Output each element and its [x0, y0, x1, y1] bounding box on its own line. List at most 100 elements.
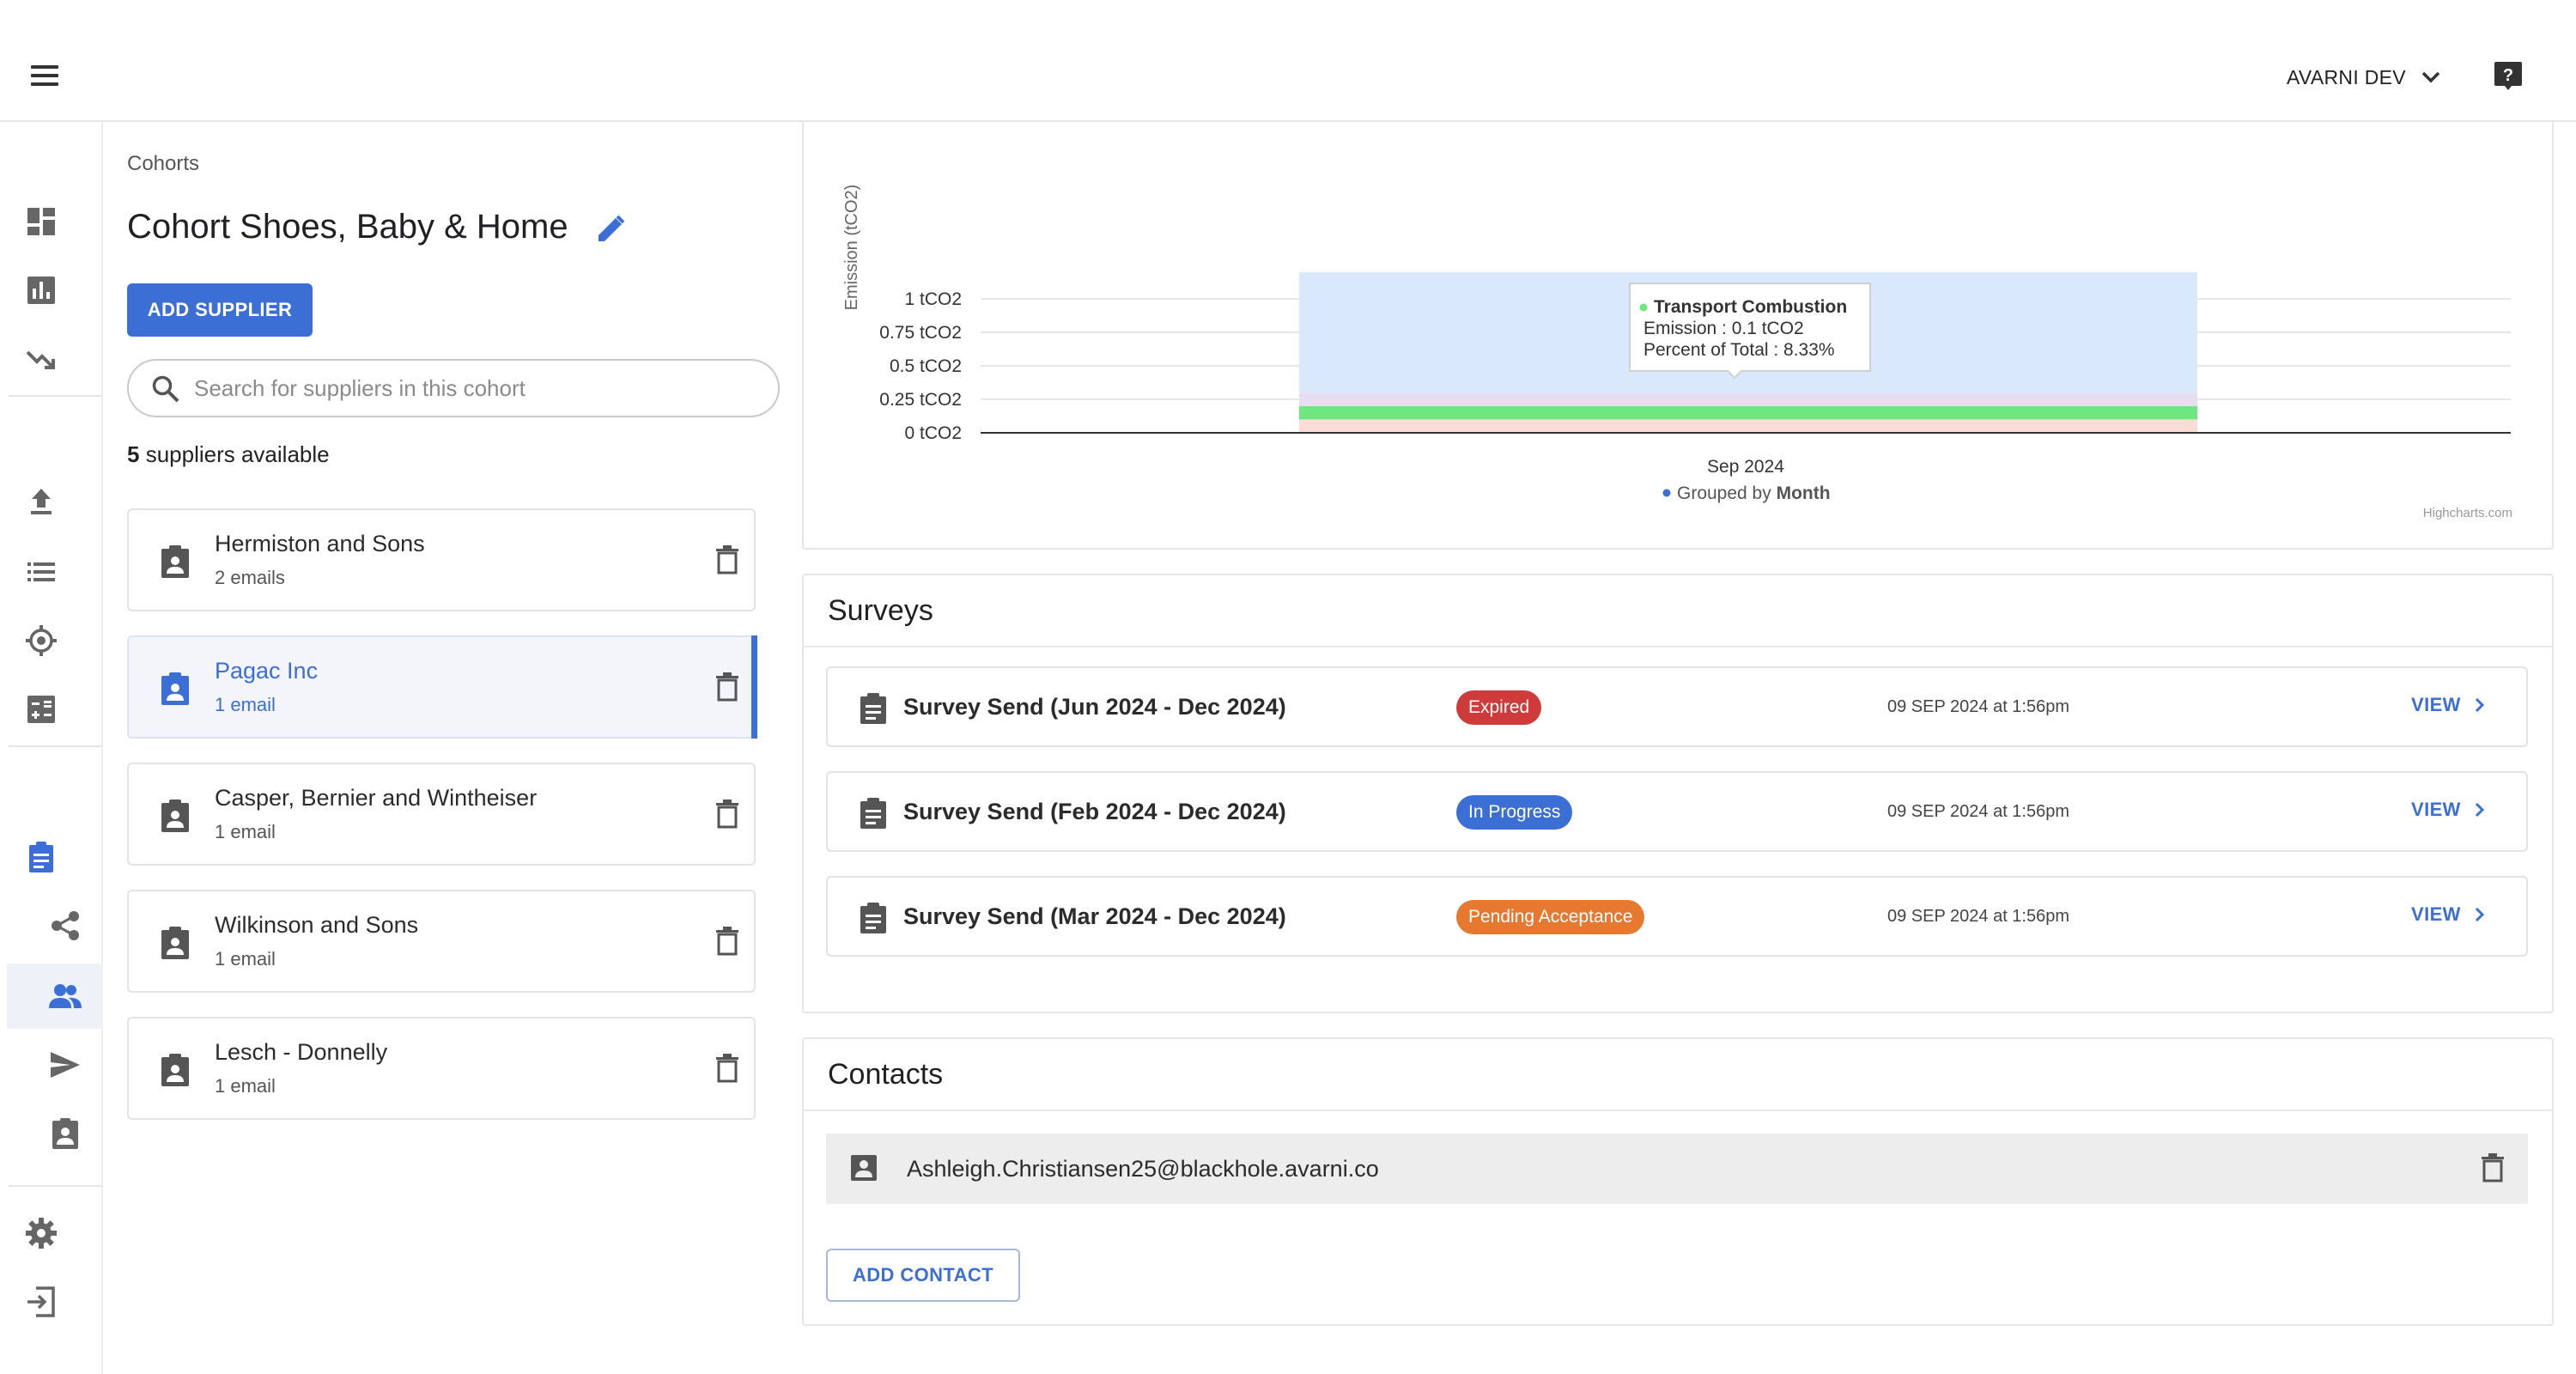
bar-segment[interactable]	[1299, 392, 2197, 406]
cohort-panel: Cohorts Cohort Shoes, Baby & Home ADD SU…	[103, 122, 790, 1374]
y-tick-label: 0.5 tCO2	[890, 356, 962, 376]
supplier-name: Casper, Bernier and Wintheiser	[215, 785, 538, 811]
survey-name: Survey Send (Feb 2024 - Dec 2024)	[903, 799, 1286, 824]
supplier-card[interactable]: Pagac Inc 1 email	[127, 635, 757, 739]
survey-name: Survey Send (Jun 2024 - Dec 2024)	[903, 694, 1286, 720]
bar-segment[interactable]	[1299, 405, 2197, 420]
assignment-ind-icon	[161, 799, 189, 832]
surveys-card: Surveys Survey Send (Jun 2024 - Dec 2024…	[802, 574, 2554, 1013]
rail-divider	[9, 1185, 101, 1187]
y-tick-label: 0.75 tCO2	[879, 323, 962, 343]
trash-icon[interactable]	[713, 1053, 742, 1088]
supplier-email-count: 2 emails	[215, 567, 285, 588]
contacts-title: Contacts	[828, 1058, 944, 1091]
rail-divider	[9, 395, 101, 397]
svg-text:?: ?	[2503, 66, 2513, 85]
app: AVARNI DEV ? Cohorts Cohort Shoes, Baby …	[0, 0, 2576, 1374]
view-label: VIEW	[2411, 694, 2461, 715]
survey-name: Survey Send (Mar 2024 - Dec 2024)	[903, 903, 1286, 929]
surveys-divider	[804, 646, 2552, 647]
chart-credit: Highcharts.com	[2423, 506, 2512, 520]
grouping-prefix: Grouped by	[1677, 483, 1777, 503]
supplier-search	[127, 359, 780, 417]
pencil-icon[interactable]	[595, 214, 626, 245]
view-survey-link[interactable]: VIEW	[2411, 799, 2485, 821]
trash-icon[interactable]	[713, 926, 742, 961]
survey-date: 09 SEP 2024 at 1:56pm	[1887, 802, 2070, 821]
account-switcher[interactable]: AVARNI DEV	[2287, 62, 2440, 93]
hamburger-menu-icon[interactable]	[31, 60, 69, 98]
people-icon[interactable]	[48, 979, 82, 1013]
assignment-ind-icon[interactable]	[48, 1116, 82, 1151]
supplier-card[interactable]: Hermiston and Sons 2 emails	[127, 508, 756, 611]
trash-icon[interactable]	[713, 672, 742, 707]
survey-date: 09 SEP 2024 at 1:56pm	[1887, 697, 2070, 716]
trash-icon[interactable]	[2478, 1152, 2507, 1183]
help-icon[interactable]: ?	[2493, 60, 2524, 91]
supplier-card[interactable]: Casper, Bernier and Wintheiser 1 email	[127, 763, 756, 866]
supplier-card[interactable]: Wilkinson and Sons 1 email	[127, 890, 756, 993]
trash-icon[interactable]	[713, 799, 742, 834]
bar-chart-icon[interactable]	[24, 273, 58, 307]
bar-segment[interactable]	[1299, 419, 2197, 433]
chevron-right-icon	[2475, 907, 2484, 922]
svg-text:Grouped by Month: Grouped by Month	[1677, 483, 1831, 503]
surveys-title: Surveys	[828, 594, 933, 627]
grouping-value: Month	[1777, 483, 1831, 503]
chevron-right-icon	[2475, 697, 2484, 713]
dashboard-icon[interactable]	[24, 204, 58, 239]
tooltip-emission: Emission : 0.1 tCO2	[1643, 319, 1804, 338]
supplier-name: Lesch - Donnelly	[215, 1039, 388, 1065]
gear-icon[interactable]	[24, 1216, 58, 1250]
trash-icon[interactable]	[713, 544, 742, 580]
supplier-card[interactable]: Lesch - Donnelly 1 email	[127, 1017, 756, 1120]
tooltip-series: Transport Combustion	[1654, 297, 1847, 317]
y-axis-label: Emission (tCO2)	[842, 185, 861, 311]
status-badge: In Progress	[1456, 795, 1573, 830]
grouping-caption: Grouped by Month	[1662, 483, 1831, 503]
assignment-ind-icon	[161, 1054, 189, 1086]
search-input[interactable]	[194, 371, 752, 405]
assignment-ind-icon	[161, 672, 189, 705]
supplier-name: Pagac Inc	[215, 658, 319, 684]
survey-row[interactable]: Survey Send (Mar 2024 - Dec 2024) Pending…	[826, 876, 2528, 957]
trending-down-icon[interactable]	[24, 342, 58, 376]
assignment-ind-icon	[161, 545, 189, 578]
suppliers-available-count: 5 suppliers available	[127, 441, 330, 468]
add-supplier-button[interactable]: ADD SUPPLIER	[127, 283, 313, 337]
top-bar: AVARNI DEV ?	[0, 0, 2576, 122]
share-icon[interactable]	[48, 909, 82, 943]
logout-icon[interactable]	[24, 1285, 58, 1319]
supplier-email-count: 1 email	[215, 694, 276, 715]
view-survey-link[interactable]: VIEW	[2411, 903, 2485, 926]
view-survey-link[interactable]: VIEW	[2411, 694, 2485, 716]
upload-icon[interactable]	[24, 484, 58, 519]
supplier-email-count: 1 email	[215, 821, 276, 842]
status-badge: Expired	[1456, 690, 1542, 725]
chevron-right-icon	[2475, 802, 2484, 818]
survey-date: 09 SEP 2024 at 1:56pm	[1887, 907, 2070, 926]
emissions-chart: Emission (tCO2) 0 tCO2 0.25 tCO2 0.5 tCO2 0…	[842, 185, 2512, 520]
breadcrumb[interactable]: Cohorts	[127, 152, 199, 176]
send-icon[interactable]	[48, 1048, 82, 1082]
supplier-count-number: 5	[127, 441, 140, 467]
supplier-name: Hermiston and Sons	[215, 531, 425, 556]
add-contact-button[interactable]: ADD CONTACT	[826, 1249, 1020, 1302]
view-label: VIEW	[2411, 903, 2461, 925]
contacts-card: Contacts Ashleigh.Christiansen25@blackho…	[802, 1037, 2554, 1326]
list-icon[interactable]	[24, 555, 58, 589]
supplier-email-count: 1 email	[215, 1075, 276, 1097]
survey-row[interactable]: Survey Send (Feb 2024 - Dec 2024) In Prog…	[826, 771, 2528, 852]
tooltip-percent: Percent of Total : 8.33%	[1643, 340, 1835, 360]
chevron-down-icon	[2421, 71, 2440, 83]
account-label: AVARNI DEV	[2287, 65, 2406, 88]
supplier-email-count: 1 email	[215, 948, 276, 970]
clipboard-icon[interactable]	[24, 840, 58, 874]
emissions-chart-card: Emission (tCO2) 0 tCO2 0.25 tCO2 0.5 tCO2 0…	[802, 122, 2554, 550]
y-tick-label: 1 tCO2	[904, 289, 962, 309]
rail-divider	[9, 745, 101, 747]
calculator-icon[interactable]	[24, 692, 58, 727]
search-icon	[152, 375, 179, 403]
target-icon[interactable]	[24, 623, 58, 658]
survey-row[interactable]: Survey Send (Jun 2024 - Dec 2024) Expired…	[826, 666, 2528, 747]
